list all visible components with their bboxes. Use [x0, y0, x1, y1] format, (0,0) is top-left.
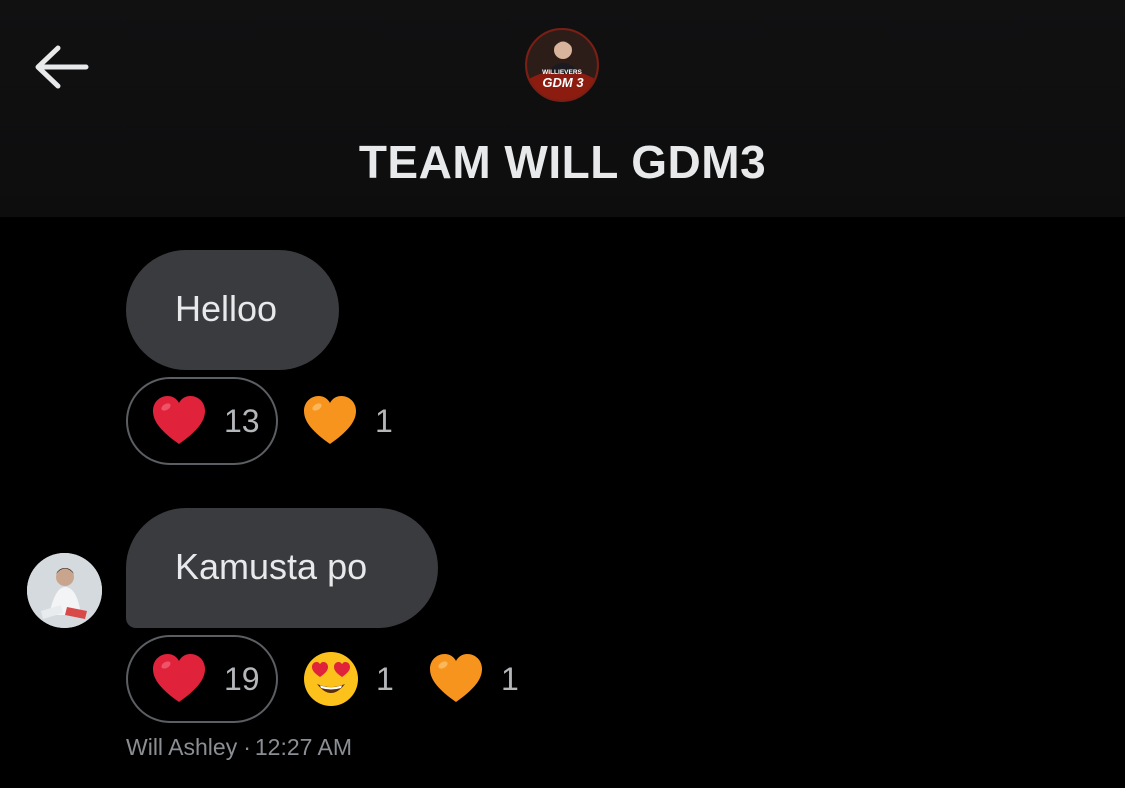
sender-name[interactable]: Will Ashley [126, 734, 237, 760]
reaction-heart-eyes[interactable]: 1 [302, 635, 394, 723]
arrow-left-icon [35, 45, 89, 89]
reaction-count: 1 [376, 660, 394, 697]
red-heart-icon [153, 396, 205, 444]
message-text: Helloo [175, 288, 278, 329]
conversation-title[interactable]: TEAM WILL GDM3 [0, 135, 1125, 189]
reaction-count: 1 [501, 660, 519, 697]
group-avatar[interactable]: WILLIEVERS GDM 3 [525, 28, 599, 102]
avatar-text-bottom: GDM 3 [542, 75, 584, 90]
message-bubble[interactable]: Kamusta po [126, 508, 438, 628]
sender-avatar[interactable] [27, 553, 102, 628]
orange-heart-icon [304, 396, 356, 444]
heart-eyes-icon [304, 652, 358, 706]
avatar-image [27, 553, 102, 628]
reaction-red-heart[interactable]: 13 [126, 377, 278, 465]
message-timestamp: 12:27 AM [254, 734, 353, 760]
message-text: Kamusta po [175, 546, 368, 587]
reaction-count: 1 [375, 402, 393, 439]
message-meta: Will Ashley · 12:27 AM [126, 734, 352, 761]
group-avatar-image: WILLIEVERS GDM 3 [527, 30, 597, 100]
orange-heart-icon [430, 654, 482, 702]
conversation-header: WILLIEVERS GDM 3 TEAM WILL GDM3 [0, 0, 1125, 217]
reaction-count: 19 [224, 660, 260, 697]
reaction-count: 13 [224, 402, 260, 439]
reaction-red-heart[interactable]: 19 [126, 635, 278, 723]
dm-conversation-screen: WILLIEVERS GDM 3 TEAM WILL GDM3 Helloo 1… [0, 0, 1125, 788]
reaction-orange-heart[interactable]: 1 [427, 635, 519, 723]
red-heart-icon [153, 654, 205, 702]
back-button[interactable] [28, 36, 94, 96]
reaction-orange-heart[interactable]: 1 [301, 377, 393, 465]
message-bubble[interactable]: Helloo [126, 250, 339, 370]
meta-separator: · [243, 734, 251, 760]
